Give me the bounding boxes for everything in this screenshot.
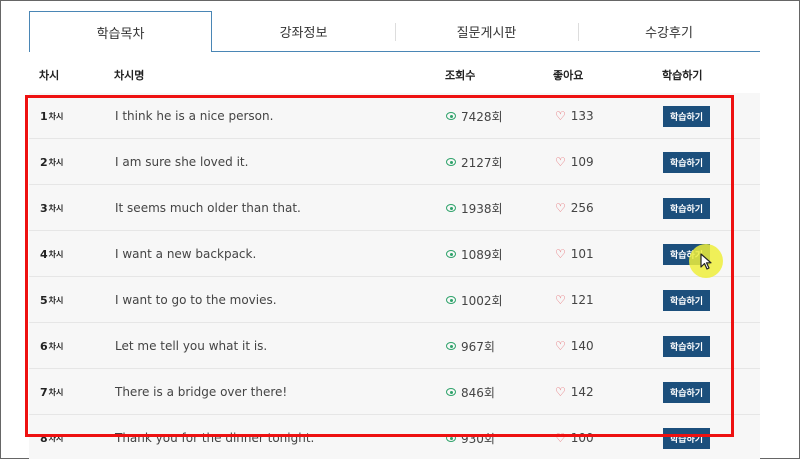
- eye-icon: [446, 158, 456, 166]
- lesson-title: It seems much older than that.: [115, 201, 301, 215]
- header-action: 학습하기: [662, 69, 703, 82]
- like-count: ♡ 256: [555, 201, 594, 215]
- lesson-number: 7 차시: [40, 385, 64, 399]
- table-row: 5 차시 I want to go to the movies. 1002회 ♡ 1…: [29, 277, 760, 323]
- header-title: 차시명: [114, 69, 145, 82]
- lesson-number: 6 차시: [40, 339, 64, 353]
- lesson-number: 3 차시: [40, 201, 64, 215]
- lesson-number: 1 차시: [40, 109, 64, 123]
- lesson-number: 8 차시: [40, 431, 64, 445]
- study-button[interactable]: 학습하기: [663, 335, 710, 357]
- action-cell: 학습하기: [663, 415, 710, 459]
- lesson-title: I am sure she loved it.: [115, 155, 249, 169]
- action-cell: 학습하기: [663, 93, 710, 139]
- heart-icon[interactable]: ♡: [555, 155, 566, 169]
- lesson-number: 5 차시: [40, 293, 64, 307]
- tab-reviews[interactable]: 수강후기: [578, 11, 760, 52]
- study-button[interactable]: 학습하기: [663, 105, 710, 127]
- view-count: 1938회: [446, 185, 503, 231]
- table-header: 차시 차시명 조회수 좋아요 학습하기: [29, 55, 760, 94]
- action-cell: 학습하기: [663, 277, 710, 323]
- action-cell: 학습하기: [663, 139, 710, 185]
- table-row: 4 차시 I want a new backpack. 1089회 ♡ 101 학습…: [29, 231, 760, 277]
- cursor-arrow-icon: [700, 253, 712, 270]
- lesson-title: I want a new backpack.: [115, 247, 257, 261]
- lesson-title: Let me tell you what it is.: [115, 339, 268, 353]
- header-views: 조회수: [445, 69, 476, 82]
- view-count: 1002회: [446, 277, 503, 323]
- lesson-title: Thank you for the dinner tonight.: [115, 431, 315, 445]
- like-count: ♡ 100: [555, 431, 594, 445]
- view-count: 2127회: [446, 139, 503, 185]
- study-button[interactable]: 학습하기: [663, 381, 710, 403]
- tab-bar: 학습목차 강좌정보 질문게시판 수강후기: [29, 11, 760, 52]
- tab-divider: [578, 23, 579, 41]
- eye-icon: [446, 296, 456, 304]
- heart-icon[interactable]: ♡: [555, 247, 566, 261]
- eye-icon: [446, 388, 456, 396]
- lesson-number: 2 차시: [40, 155, 64, 169]
- like-count: ♡ 133: [555, 109, 594, 123]
- lesson-title: I want to go to the movies.: [115, 293, 277, 307]
- table-row: 1 차시 I think he is a nice person. 7428회 ♡…: [29, 93, 760, 139]
- action-cell: 학습하기: [663, 323, 710, 369]
- study-button[interactable]: 학습하기: [663, 197, 710, 219]
- table-row: 6 차시 Let me tell you what it is. 967회 ♡ 14…: [29, 323, 760, 369]
- heart-icon[interactable]: ♡: [555, 339, 566, 353]
- lesson-title: There is a bridge over there!: [115, 385, 288, 399]
- view-count: 846회: [446, 369, 495, 415]
- lesson-list: 1 차시 I think he is a nice person. 7428회 ♡…: [29, 93, 760, 459]
- table-row: 3 차시 It seems much older than that. 1938회…: [29, 185, 760, 231]
- table-row: 2 차시 I am sure she loved it. 2127회 ♡ 109 학…: [29, 139, 760, 185]
- like-count: ♡ 142: [555, 385, 594, 399]
- study-button[interactable]: 학습하기: [663, 427, 710, 449]
- eye-icon: [446, 250, 456, 258]
- table-row: 7 차시 There is a bridge over there! 846회 ♡…: [29, 369, 760, 415]
- heart-icon[interactable]: ♡: [555, 109, 566, 123]
- view-count: 7428회: [446, 93, 503, 139]
- action-cell: 학습하기: [663, 185, 710, 231]
- like-count: ♡ 140: [555, 339, 594, 353]
- eye-icon: [446, 434, 456, 442]
- tab-divider: [395, 23, 396, 41]
- like-count: ♡ 121: [555, 293, 594, 307]
- like-count: ♡ 109: [555, 155, 594, 169]
- eye-icon: [446, 342, 456, 350]
- eye-icon: [446, 204, 456, 212]
- view-count: 930회: [446, 415, 495, 459]
- header-likes: 좋아요: [553, 69, 584, 82]
- heart-icon[interactable]: ♡: [555, 201, 566, 215]
- study-button[interactable]: 학습하기: [663, 151, 710, 173]
- action-cell: 학습하기: [663, 369, 710, 415]
- view-count: 1089회: [446, 231, 503, 277]
- heart-icon[interactable]: ♡: [555, 293, 566, 307]
- heart-icon[interactable]: ♡: [555, 431, 566, 445]
- lesson-title: I think he is a nice person.: [115, 109, 274, 123]
- table-row: 8 차시 Thank you for the dinner tonight. 93…: [29, 415, 760, 459]
- tab-qna-board[interactable]: 질문게시판: [395, 11, 578, 52]
- heart-icon[interactable]: ♡: [555, 385, 566, 399]
- lesson-number: 4 차시: [40, 247, 64, 261]
- like-count: ♡ 101: [555, 247, 594, 261]
- view-count: 967회: [446, 323, 495, 369]
- tab-course-info[interactable]: 강좌정보: [212, 11, 395, 52]
- header-no: 차시: [39, 69, 60, 82]
- tab-curriculum[interactable]: 학습목차: [29, 11, 212, 52]
- study-button[interactable]: 학습하기: [663, 289, 710, 311]
- eye-icon: [446, 112, 456, 120]
